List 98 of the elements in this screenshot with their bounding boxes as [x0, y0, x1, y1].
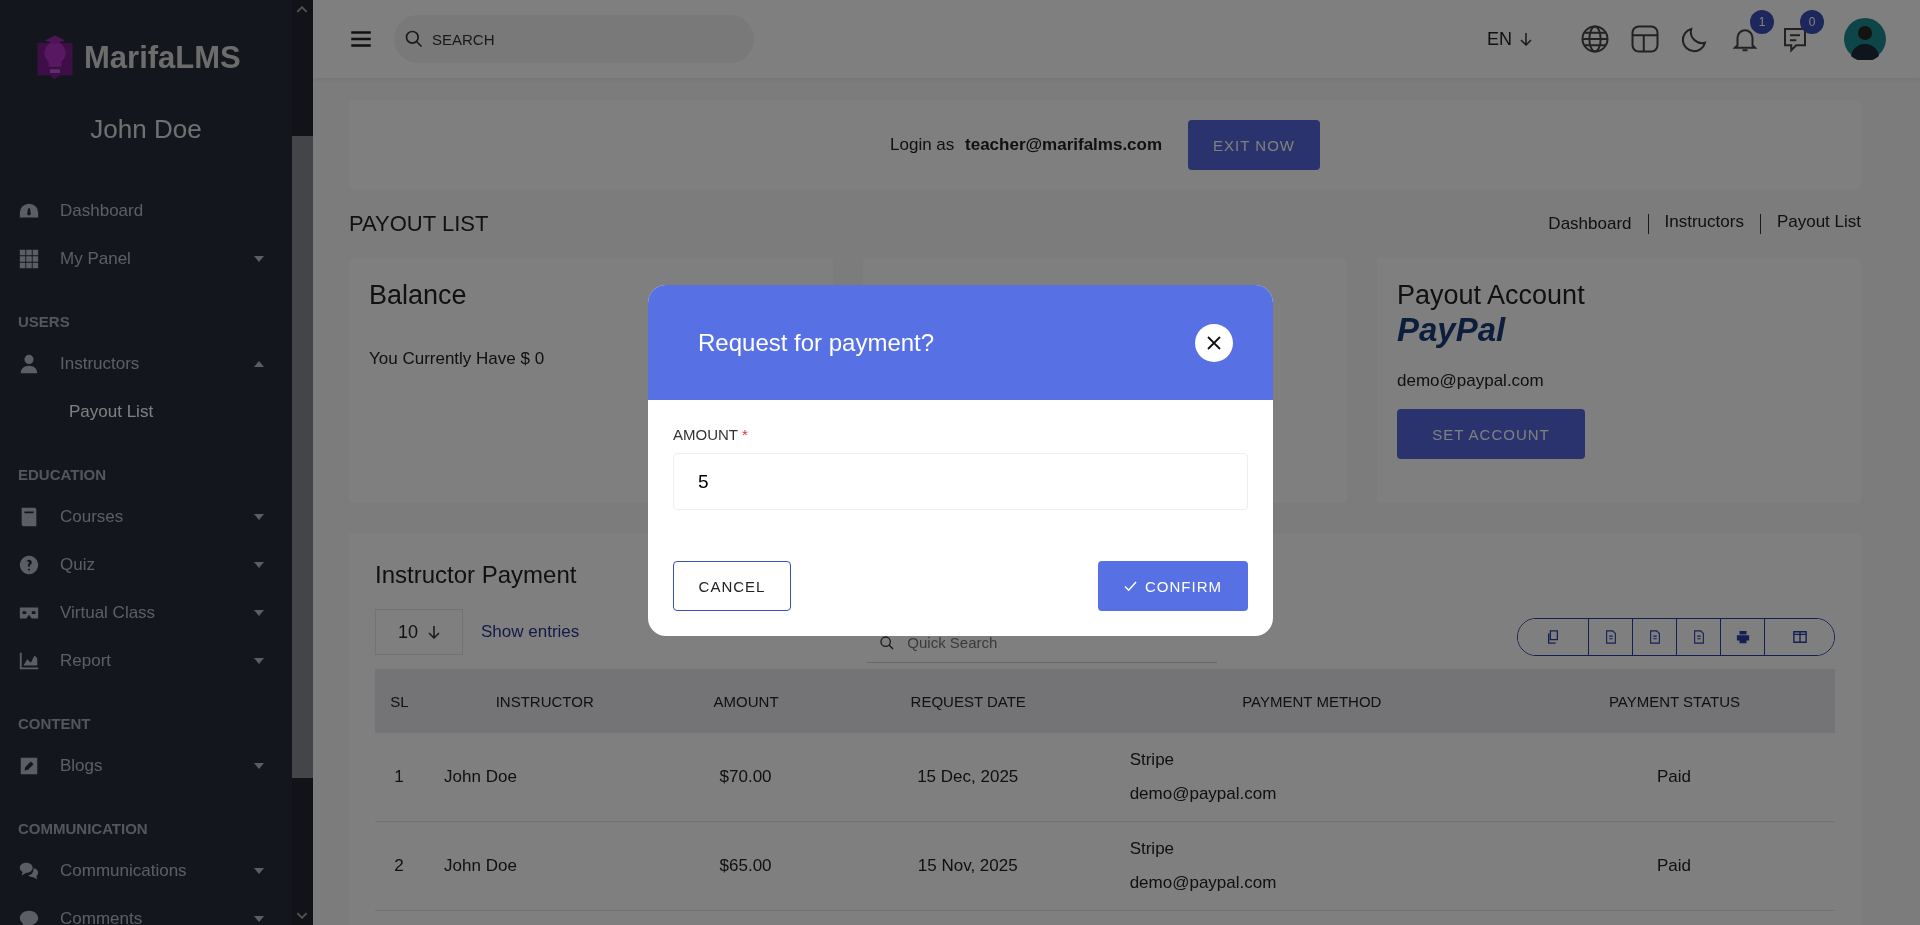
table-cell: John Doe [424, 733, 666, 822]
search-icon [879, 635, 896, 651]
breadcrumb-link[interactable]: Dashboard [1548, 214, 1632, 234]
globe-icon[interactable] [1580, 24, 1610, 54]
card-title: Payout Account [1397, 280, 1585, 311]
caret-down-icon [254, 562, 264, 568]
exit-now-button[interactable]: EXIT NOW [1188, 120, 1320, 170]
arrow-down-icon [1520, 32, 1532, 46]
avatar[interactable] [1844, 18, 1886, 60]
scrollbar-thumb[interactable] [292, 136, 313, 778]
page-size-select[interactable]: 10 [375, 609, 464, 655]
caret-down-icon [254, 868, 264, 874]
close-button[interactable] [1195, 323, 1233, 362]
page-title: PAYOUT LIST [349, 211, 489, 237]
nav-item[interactable]: Report [0, 637, 292, 685]
nav-item[interactable]: Courses [0, 493, 292, 541]
table-cell: 15 Nov, 2025 [826, 821, 1110, 911]
section-heading: CONTENT [17, 715, 92, 734]
scroll-up-icon[interactable] [296, 6, 308, 13]
caret-down-icon [254, 763, 264, 769]
paypal-logo: PayPal [1397, 311, 1507, 349]
table-cell: 15 Dec, 2025 [826, 733, 1110, 822]
message-count: 0 [1800, 10, 1824, 34]
nav-item[interactable]: My Panel [0, 235, 292, 283]
question-icon [18, 554, 40, 576]
column-header[interactable]: INSTRUCTOR [424, 669, 666, 733]
amount-field[interactable]: 5 [673, 453, 1248, 510]
arrow-down-icon [428, 625, 441, 639]
table-cell-text: demo@paypal.com [1129, 872, 1278, 894]
excel-file-icon [1603, 630, 1618, 644]
nav-subitem[interactable]: Payout List [0, 388, 292, 436]
person-icon [18, 353, 40, 375]
pencil-icon [18, 755, 40, 777]
column-header[interactable]: AMOUNT [665, 669, 827, 733]
card-title: Balance [369, 280, 467, 311]
grid-icon [18, 248, 40, 270]
dialog-title: Request for payment? [698, 328, 935, 357]
column-header[interactable]: SL [375, 669, 425, 733]
file-icon [1647, 630, 1662, 644]
caret-up-icon [254, 361, 264, 367]
scrollbar[interactable] [292, 0, 313, 925]
search-field[interactable]: SEARCH [394, 15, 754, 63]
table-cell-text: Stripe [1129, 838, 1176, 860]
section-heading: COMMUNICATION [17, 820, 149, 839]
nav-item[interactable]: Blogs [0, 742, 292, 790]
chat-bubbles-icon [18, 860, 40, 882]
table-cell: Paid [1514, 733, 1835, 822]
balance-text: You Currently Have $ 0 [369, 349, 546, 369]
breadcrumb-link[interactable]: Payout List [1759, 214, 1861, 234]
caret-down-icon [254, 256, 264, 262]
confirm-button[interactable]: CONFIRM [1098, 561, 1248, 611]
check-icon [1124, 580, 1137, 592]
nav-item[interactable]: Quiz [0, 541, 292, 589]
nav-item[interactable]: Dashboard [0, 187, 292, 235]
notification-count: 1 [1750, 10, 1774, 34]
export-button[interactable] [1764, 619, 1834, 655]
nav-item[interactable]: Comments [0, 895, 292, 925]
chart-icon [18, 650, 40, 672]
field-label: AMOUNT * [673, 426, 749, 443]
caret-down-icon [254, 514, 264, 520]
table-cell: $70.00 [665, 733, 827, 822]
table-cell-text: demo@paypal.com [1129, 783, 1278, 805]
table-cell: $65.00 [665, 821, 827, 911]
pdf-file-icon [1691, 630, 1706, 644]
scroll-down-icon[interactable] [296, 912, 308, 919]
search-icon [404, 29, 424, 49]
user-name: John Doe [89, 114, 203, 145]
brand-name[interactable]: MarifaLMS [84, 40, 241, 76]
breadcrumb-link[interactable]: Instructors [1647, 214, 1744, 234]
section-heading: EDUCATION [17, 466, 108, 485]
caret-down-icon [254, 916, 264, 922]
section-heading: USERS [17, 313, 71, 332]
column-header[interactable]: PAYMENT METHOD [1109, 669, 1514, 733]
printer-icon [1735, 630, 1750, 644]
card-title: Instructor Payment [375, 561, 577, 589]
login-as-text: Login as teacher@marifalms.com [890, 135, 1163, 155]
table-cell: 1 [375, 733, 425, 822]
language-selector[interactable]: EN [1487, 28, 1532, 50]
copy-icon [1546, 630, 1560, 644]
nav-item[interactable]: Instructors [0, 340, 292, 388]
caret-down-icon [254, 610, 264, 616]
set-account-button[interactable]: SET ACCOUNT [1397, 409, 1585, 459]
table-cell: 2 [375, 821, 425, 911]
columns-icon [1792, 630, 1807, 644]
close-icon [1207, 335, 1221, 350]
cancel-button[interactable]: CANCEL [673, 561, 791, 611]
chat-bubble-icon [18, 908, 40, 925]
caret-down-icon [254, 658, 264, 664]
table-cell: Paid [1514, 821, 1835, 911]
nav-item[interactable]: Communications [0, 847, 292, 895]
account-email: demo@paypal.com [1397, 371, 1545, 391]
nav-item[interactable]: Virtual Class [0, 589, 292, 637]
table-cell-text: Stripe [1129, 749, 1176, 771]
layout-icon[interactable] [1630, 24, 1660, 54]
column-header[interactable]: PAYMENT STATUS [1514, 669, 1835, 733]
show-entries-label: Show entries [481, 622, 580, 642]
table-cell: John Doe [424, 821, 666, 911]
column-header[interactable]: REQUEST DATE [826, 669, 1110, 733]
